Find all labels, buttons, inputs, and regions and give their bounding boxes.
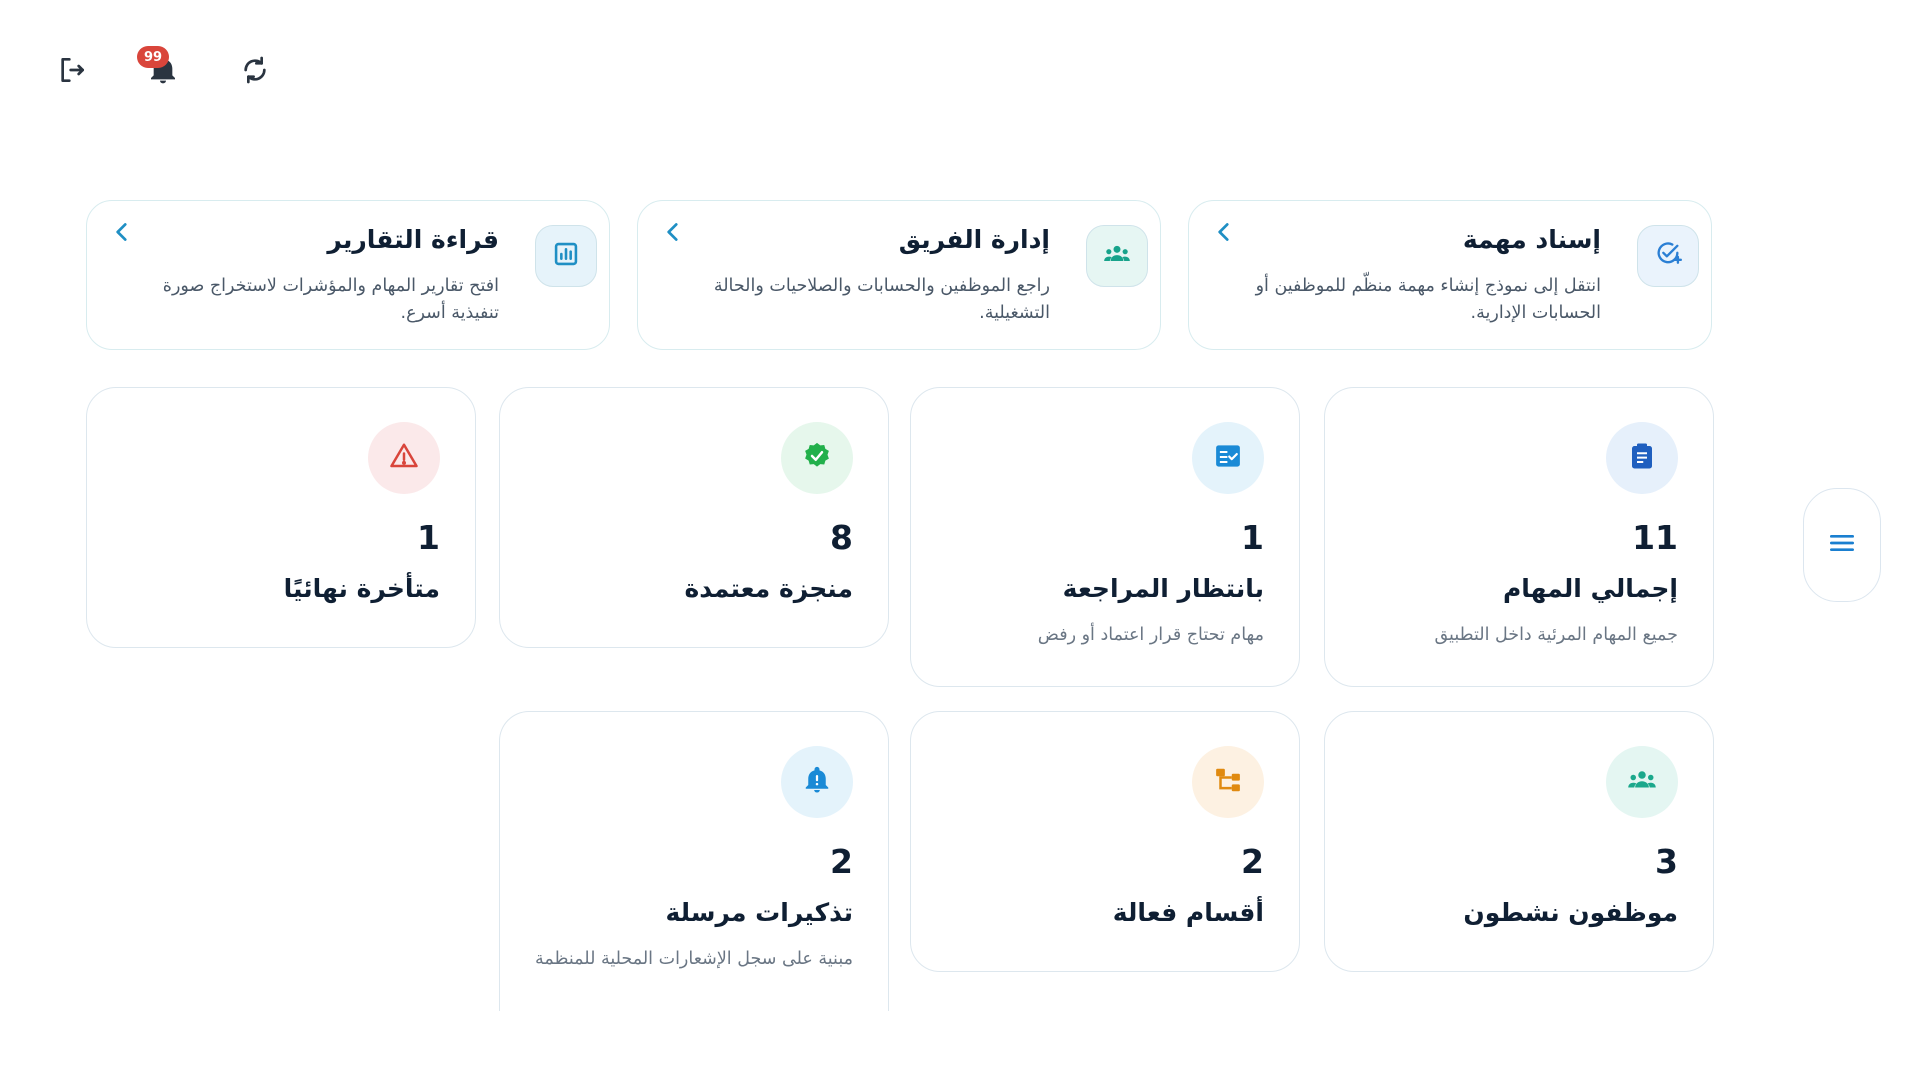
clipboard-icon-box: [1606, 422, 1678, 494]
task-add-icon: [1654, 240, 1682, 272]
logout-button[interactable]: [52, 52, 92, 92]
refresh-icon: [239, 54, 271, 90]
action-title: قراءة التقارير: [327, 225, 499, 254]
team-icon-box: [1086, 225, 1148, 287]
checklist-icon: [1213, 441, 1243, 475]
chevron-left-icon: [667, 223, 678, 241]
warning-icon-box: [368, 422, 440, 494]
alert-bell-icon-box: [781, 746, 853, 818]
stat-value: 2: [1241, 842, 1264, 881]
stat-label: أقسام فعالة: [1112, 898, 1264, 927]
stat-card-total-tasks: 11 إجمالي المهام جميع المهام المرئية داخ…: [1324, 387, 1714, 687]
logout-icon: [56, 54, 88, 90]
department-tree-icon-box: [1192, 746, 1264, 818]
stat-value: 1: [1241, 518, 1264, 557]
warning-icon: [389, 441, 419, 475]
notifications-button[interactable]: 99: [137, 46, 183, 92]
action-title: إدارة الفريق: [898, 225, 1050, 254]
stat-label: موظفون نشطون: [1463, 898, 1678, 927]
checklist-icon-box: [1192, 422, 1264, 494]
stat-card-approved-done: 8 منجزة معتمدة: [499, 387, 889, 648]
side-menu-button[interactable]: [1803, 488, 1881, 602]
stat-label: إجمالي المهام: [1502, 574, 1678, 603]
report-chart-icon-box: [535, 225, 597, 287]
action-description: افتح تقارير المهام والمؤشرات لاستخراج صو…: [162, 276, 499, 323]
read-reports-card[interactable]: قراءة التقارير افتح تقارير المهام والمؤش…: [86, 200, 610, 350]
stat-value: 8: [830, 518, 853, 557]
clipboard-icon: [1627, 441, 1657, 475]
verified-badge-icon: [802, 441, 832, 475]
stat-subtext: مهام تحتاج قرار اعتماد أو رفض: [1037, 625, 1264, 645]
stat-label: متأخرة نهائيًا: [283, 574, 440, 603]
manage-team-card[interactable]: إدارة الفريق راجع الموظفين والحسابات وال…: [637, 200, 1161, 350]
stat-value: 11: [1632, 518, 1678, 557]
department-tree-icon: [1213, 765, 1243, 799]
chevron-left-icon: [1218, 223, 1229, 241]
chevron-left-icon: [116, 223, 127, 241]
stat-label: تذكيرات مرسلة: [665, 898, 854, 927]
stat-card-overdue: 1 متأخرة نهائيًا: [86, 387, 476, 648]
alert-bell-icon: [802, 765, 832, 799]
stat-card-pending-review: 1 بانتظار المراجعة مهام تحتاج قرار اعتما…: [910, 387, 1300, 687]
team-icon: [1627, 765, 1657, 799]
verified-badge-icon-box: [781, 422, 853, 494]
hamburger-menu-icon: [1826, 527, 1858, 563]
team-icon-box: [1606, 746, 1678, 818]
assign-task-card[interactable]: إسناد مهمة انتقل إلى نموذج إنشاء مهمة من…: [1188, 200, 1712, 350]
action-title: إسناد مهمة: [1462, 225, 1601, 254]
stat-card-active-departments: 2 أقسام فعالة: [910, 711, 1300, 972]
action-description: انتقل إلى نموذج إنشاء مهمة منظّم للموظفي…: [1255, 276, 1601, 323]
stat-subtext: جميع المهام المرئية داخل التطبيق: [1434, 625, 1678, 645]
stat-value: 3: [1655, 842, 1678, 881]
stat-label: بانتظار المراجعة: [1062, 574, 1264, 603]
stat-value: 1: [417, 518, 440, 557]
notification-count-badge: 99: [137, 46, 169, 68]
stat-card-sent-reminders: 2 تذكيرات مرسلة مبنية على سجل الإشعارات …: [499, 711, 889, 1011]
stat-card-active-employees: 3 موظفون نشطون: [1324, 711, 1714, 972]
report-chart-icon: [552, 240, 580, 272]
stat-label: منجزة معتمدة: [684, 574, 853, 603]
task-add-icon-box: [1637, 225, 1699, 287]
action-description: راجع الموظفين والحسابات والصلاحيات والحا…: [713, 276, 1050, 323]
team-icon: [1103, 240, 1131, 272]
refresh-button[interactable]: [235, 52, 275, 92]
stat-value: 2: [830, 842, 853, 881]
stat-subtext: مبنية على سجل الإشعارات المحلية للمنظمة: [535, 949, 853, 969]
